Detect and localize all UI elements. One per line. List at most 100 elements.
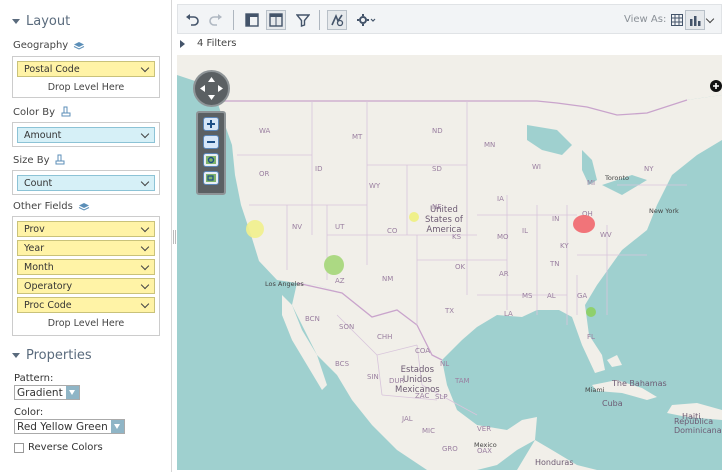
other-field-month[interactable]: Month xyxy=(17,259,155,275)
size-by-label: Size By xyxy=(13,154,66,166)
reverse-colors-row[interactable]: Reverse Colors xyxy=(14,442,103,453)
chevron-down-icon[interactable] xyxy=(140,280,150,289)
expand-panel-button[interactable] xyxy=(710,80,722,92)
pan-control[interactable] xyxy=(193,70,230,107)
state-label: FL xyxy=(587,333,595,341)
state-label: GA xyxy=(577,292,588,300)
geography-well[interactable]: Postal Code Drop Level Here xyxy=(12,56,160,98)
state-label: MT xyxy=(352,133,363,141)
redo-button[interactable] xyxy=(206,10,226,30)
paint-brush-icon xyxy=(55,154,65,165)
other-field-year[interactable]: Year xyxy=(17,240,155,256)
filter-button[interactable] xyxy=(293,10,313,30)
chevron-down-icon[interactable] xyxy=(140,242,150,251)
dropdown-arrow-icon[interactable] xyxy=(65,386,79,399)
chart-settings-button[interactable] xyxy=(327,10,347,30)
state-label: AL xyxy=(547,292,556,300)
state-label: ID xyxy=(315,165,323,173)
filters-toggle[interactable]: 4 Filters xyxy=(180,38,237,49)
geography-drop-zone[interactable]: Drop Level Here xyxy=(13,77,159,97)
state-label: MIC xyxy=(422,427,435,435)
city-label: Mexico xyxy=(474,441,497,449)
chevron-down-icon[interactable] xyxy=(140,63,150,72)
settings-menu-button[interactable] xyxy=(353,10,379,30)
state-label: CHH xyxy=(377,333,393,341)
toolbar: View As: xyxy=(177,4,722,34)
grid-view-button[interactable] xyxy=(667,10,687,30)
country-label-line: Mexicanos xyxy=(395,385,440,395)
state-label: OK xyxy=(455,263,466,271)
undo-icon xyxy=(186,14,199,26)
table-layout-icon xyxy=(269,13,283,27)
geography-field-postal-code[interactable]: Postal Code xyxy=(17,61,155,77)
state-label: WV xyxy=(600,231,612,239)
chart-view-button[interactable] xyxy=(685,10,705,30)
layout-section-header[interactable]: Layout xyxy=(12,14,70,29)
zoom-in-button[interactable] xyxy=(203,117,219,131)
state-label: SIN xyxy=(367,373,379,381)
pattern-label: Pattern: xyxy=(14,373,54,384)
collapse-triangle-icon[interactable] xyxy=(12,19,20,24)
map-bubble[interactable] xyxy=(409,212,419,222)
other-field-label: Proc Code xyxy=(24,299,72,311)
pattern-select[interactable]: Gradient xyxy=(14,385,80,400)
undo-button[interactable] xyxy=(182,10,202,30)
map-bubble[interactable] xyxy=(246,220,264,238)
chevron-down-icon[interactable] xyxy=(140,129,150,138)
reverse-colors-checkbox[interactable] xyxy=(14,442,24,453)
view-as-label: View As: xyxy=(624,14,667,25)
map-labels: WA OR ID MT ND MN WY SD NV UT CO NE IA W… xyxy=(177,55,722,470)
chevron-down-icon[interactable] xyxy=(140,299,150,308)
state-label: JAL xyxy=(402,415,413,423)
color-by-field-label: Amount xyxy=(24,129,62,141)
layout-heading: Layout xyxy=(26,14,71,29)
reverse-colors-label: Reverse Colors xyxy=(28,442,103,453)
expand-triangle-icon[interactable] xyxy=(180,39,185,48)
zoom-extent-button[interactable] xyxy=(203,153,219,167)
other-field-prov[interactable]: Prov xyxy=(17,221,155,237)
country-label-line: Estados xyxy=(400,365,435,375)
map-bubble[interactable] xyxy=(573,215,595,233)
chevron-down-icon[interactable] xyxy=(140,223,150,232)
state-label: TAM xyxy=(455,377,470,385)
panel-toggle-button[interactable] xyxy=(242,10,262,30)
country-label: Honduras xyxy=(535,458,574,467)
size-by-well[interactable]: Count xyxy=(12,170,160,195)
zoom-select-button[interactable] xyxy=(203,171,219,185)
gear-icon xyxy=(357,14,376,26)
other-fields-drop-zone[interactable]: Drop Level Here xyxy=(13,313,159,333)
panel-splitter-handle[interactable] xyxy=(173,230,176,244)
zoom-out-button[interactable] xyxy=(203,135,219,149)
grid-view-icon xyxy=(671,14,683,26)
other-field-proc-code[interactable]: Proc Code xyxy=(17,297,155,313)
view-menu-button[interactable] xyxy=(703,10,717,30)
state-label: IN xyxy=(552,215,560,223)
state-label: UT xyxy=(335,223,345,231)
other-fields-well[interactable]: Prov Year Month Operatory Proc Code Drop… xyxy=(12,216,160,336)
chevron-down-icon[interactable] xyxy=(140,261,150,270)
globe-layers-icon xyxy=(73,41,85,50)
map-bubble[interactable] xyxy=(586,307,596,317)
other-field-operatory[interactable]: Operatory xyxy=(17,278,155,294)
dropdown-arrow-icon[interactable] xyxy=(110,420,124,433)
zoom-extent-icon xyxy=(206,156,216,164)
color-value: Red Yellow Green xyxy=(17,420,108,433)
color-by-well[interactable]: Amount xyxy=(12,122,160,147)
state-label: SD xyxy=(432,165,442,173)
chevron-down-icon[interactable] xyxy=(140,177,150,186)
size-by-field-label: Count xyxy=(24,177,53,189)
toolbar-separator xyxy=(233,10,234,30)
map-canvas[interactable]: WA OR ID MT ND MN WY SD NV UT CO NE IA W… xyxy=(177,55,722,470)
color-select[interactable]: Red Yellow Green xyxy=(14,419,125,434)
color-by-label: Color By xyxy=(13,106,72,118)
map-bubble[interactable] xyxy=(324,255,344,275)
collapse-triangle-icon[interactable] xyxy=(12,353,20,358)
color-by-field-amount[interactable]: Amount xyxy=(17,127,155,143)
state-label: KY xyxy=(560,242,569,250)
properties-section-header[interactable]: Properties xyxy=(12,348,92,363)
chevron-down-icon[interactable] xyxy=(705,14,715,23)
size-by-field-count[interactable]: Count xyxy=(17,175,155,191)
city-label: Toronto xyxy=(605,174,629,182)
table-layout-button[interactable] xyxy=(266,10,286,30)
state-label: SON xyxy=(339,323,355,331)
